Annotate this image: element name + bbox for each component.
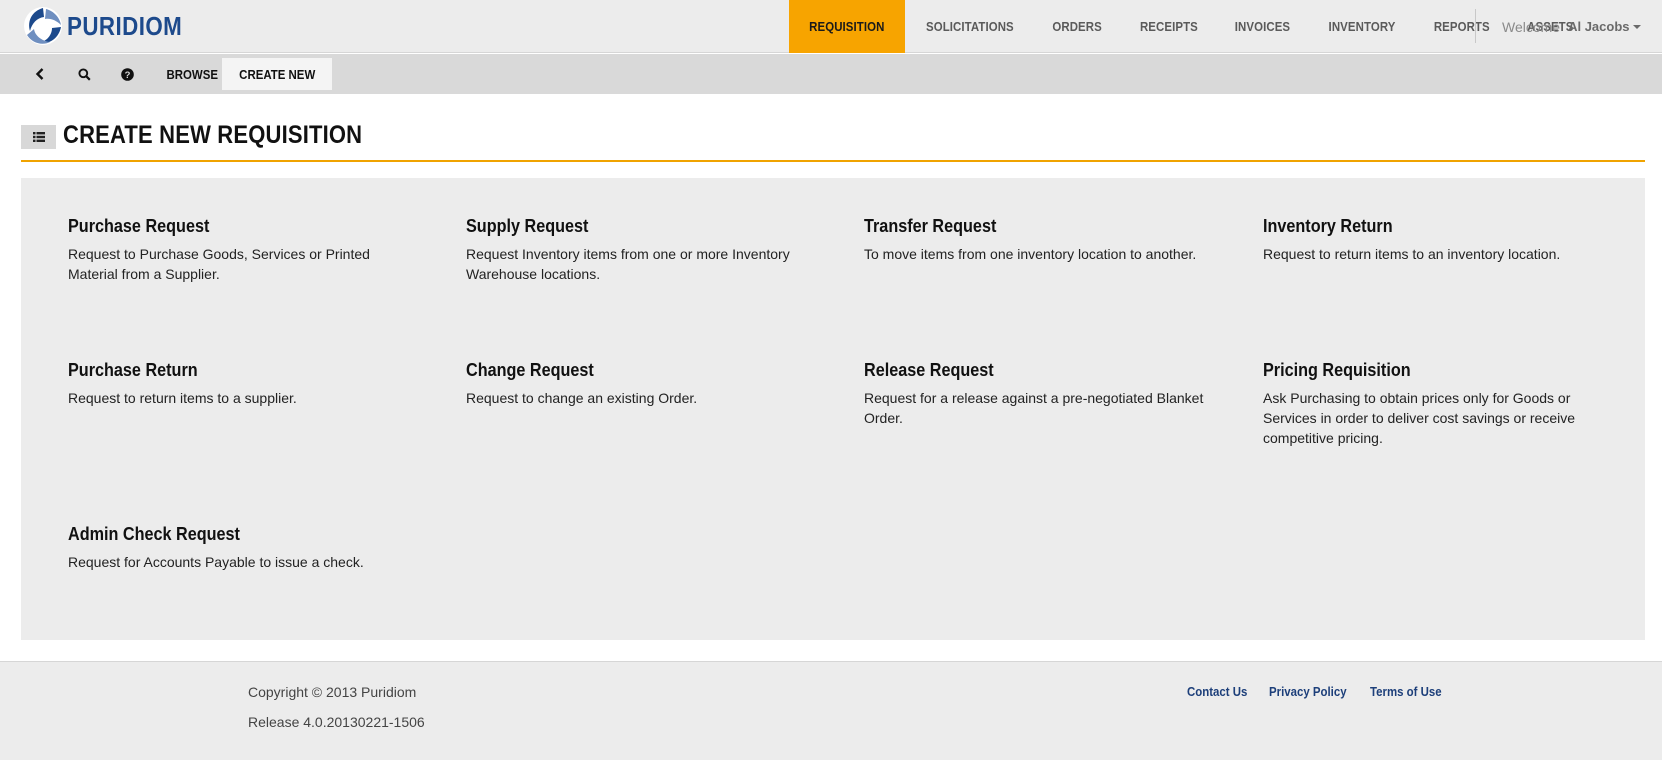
option-description: Request to Purchase Goods, Services or P…	[68, 246, 370, 282]
nav-reports[interactable]: REPORTS	[1415, 0, 1509, 53]
help-button[interactable]: ?	[109, 54, 145, 94]
option-title: Supply Request	[466, 216, 589, 236]
option-pricing-requisition[interactable]: Pricing Requisition Ask Purchasing to ob…	[1263, 359, 1608, 448]
option-description: Request to return items to a supplier.	[68, 390, 297, 406]
option-title: Pricing Requisition	[1263, 360, 1411, 380]
nav-orders[interactable]: ORDERS	[1034, 0, 1120, 53]
option-supply-request[interactable]: Supply Request Request Inventory items f…	[466, 215, 811, 284]
create-new-label: CREATE NEW	[239, 66, 316, 82]
nav-reports-label: REPORTS	[1434, 19, 1491, 34]
option-title: Change Request	[466, 360, 594, 380]
option-description: To move items from one inventory locatio…	[864, 246, 1197, 262]
welcome-label: Welcome	[1502, 18, 1561, 35]
requisition-options-panel: Purchase Request Request to Purchase Goo…	[21, 178, 1645, 640]
create-new-link[interactable]: CREATE NEW	[222, 58, 333, 90]
option-title: Purchase Return	[68, 360, 198, 380]
nav-invoices-label: INVOICES	[1235, 19, 1291, 34]
puridiom-logo-icon	[24, 7, 62, 45]
brand-logo[interactable]: PURIDIOM	[22, 6, 201, 46]
option-purchase-return[interactable]: Purchase Return Request to return items …	[68, 359, 413, 408]
copyright-text: Copyright © 2013 Puridiom	[248, 684, 417, 700]
option-transfer-request[interactable]: Transfer Request To move items from one …	[864, 215, 1209, 264]
nav-solicitations-label: SOLICITATIONS	[925, 19, 1014, 34]
option-change-request[interactable]: Change Request Request to change an exis…	[466, 359, 811, 408]
list-icon	[32, 132, 45, 142]
svg-text:?: ?	[124, 70, 130, 81]
main-nav: REQUISITION SOLICITATIONS ORDERS RECEIPT…	[789, 0, 1592, 53]
search-button[interactable]	[66, 54, 102, 94]
footer-links: Contact Us Privacy Policy Terms of Use	[1187, 684, 1464, 699]
help-icon: ?	[120, 67, 134, 81]
sub-toolbar: ? BROWSE CREATE NEW	[0, 54, 1662, 94]
page-title: CREATE NEW REQUISITION	[63, 121, 363, 149]
option-release-request[interactable]: Release Request Request for a release ag…	[864, 359, 1209, 428]
release-version: Release 4.0.20130221-1506	[248, 714, 425, 730]
option-admin-check-request[interactable]: Admin Check Request Request for Accounts…	[68, 523, 413, 572]
footer: Copyright © 2013 Puridiom Release 4.0.20…	[0, 661, 1662, 760]
contact-us-link[interactable]: Contact Us	[1187, 684, 1247, 699]
option-description: Ask Purchasing to obtain prices only for…	[1263, 390, 1576, 446]
title-icon-button[interactable]	[21, 125, 56, 149]
option-description: Request to change an existing Order.	[466, 390, 698, 406]
back-icon	[35, 68, 44, 80]
privacy-policy-link[interactable]: Privacy Policy	[1269, 684, 1347, 699]
nav-requisition[interactable]: REQUISITION	[789, 0, 905, 53]
option-description: Request Inventory items from one or more…	[466, 246, 790, 282]
nav-inventory-label: INVENTORY	[1328, 19, 1396, 34]
option-description: Request for a release against a pre-nego…	[864, 390, 1204, 426]
top-navigation-bar: PURIDIOM REQUISITION SOLICITATIONS ORDER…	[0, 0, 1662, 53]
nav-orders-label: ORDERS	[1052, 19, 1103, 34]
nav-invoices[interactable]: INVOICES	[1216, 0, 1309, 53]
option-inventory-return[interactable]: Inventory Return Request to return items…	[1263, 215, 1608, 264]
nav-divider	[1475, 9, 1476, 43]
option-description: Request to return items to an inventory …	[1263, 246, 1561, 262]
brand-name: PURIDIOM	[67, 10, 183, 41]
option-title: Admin Check Request	[68, 524, 240, 544]
nav-receipts-label: RECEIPTS	[1139, 19, 1198, 34]
welcome-area: Welcome Al Jacobs	[1502, 0, 1641, 53]
nav-solicitations[interactable]: SOLICITATIONS	[905, 0, 1035, 53]
option-purchase-request[interactable]: Purchase Request Request to Purchase Goo…	[68, 215, 413, 284]
browse-label: BROWSE	[166, 66, 218, 82]
option-title: Purchase Request	[68, 216, 210, 236]
user-menu-toggle[interactable]: Al Jacobs	[1568, 19, 1641, 34]
nav-inventory[interactable]: INVENTORY	[1309, 0, 1415, 53]
option-title: Inventory Return	[1263, 216, 1393, 236]
caret-down-icon	[1632, 24, 1641, 29]
option-title: Release Request	[864, 360, 994, 380]
user-name: Al Jacobs	[1568, 19, 1630, 34]
search-icon	[77, 67, 91, 81]
title-divider	[21, 160, 1645, 162]
back-button[interactable]	[22, 54, 58, 94]
nav-receipts[interactable]: RECEIPTS	[1121, 0, 1217, 53]
terms-of-use-link[interactable]: Terms of Use	[1370, 684, 1442, 699]
option-description: Request for Accounts Payable to issue a …	[68, 554, 364, 570]
option-title: Transfer Request	[864, 216, 997, 236]
nav-requisition-label: REQUISITION	[809, 19, 885, 34]
